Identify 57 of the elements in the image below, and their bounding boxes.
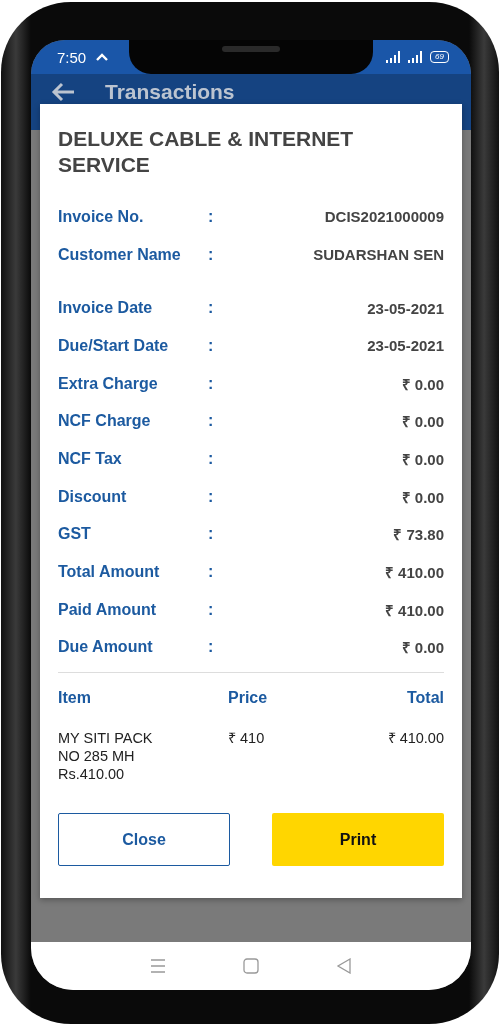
caret-up-icon: [96, 53, 109, 61]
colon: :: [208, 374, 215, 393]
print-button[interactable]: Print: [272, 813, 444, 867]
field-label: Invoice No.: [58, 207, 145, 226]
field-value: DCIS2021000009: [324, 208, 444, 226]
field-value: ₹ 0.00: [401, 449, 444, 469]
field-label: Invoice Date: [58, 299, 154, 318]
colon: :: [208, 336, 215, 355]
field-value: 23-05-2021: [367, 337, 444, 355]
item-name: NO 285 MH: [58, 747, 136, 766]
field-label: NCF Tax: [58, 449, 123, 468]
signal-icon: [386, 51, 403, 63]
home-square-icon[interactable]: [243, 958, 259, 974]
signal-icon: [408, 51, 425, 63]
field-value: ₹ 0.00: [401, 638, 444, 658]
field-value: SUDARSHAN SEN: [313, 246, 444, 264]
colon: :: [208, 245, 215, 264]
field-value: ₹ 0.00: [401, 412, 444, 432]
field-label: GST: [58, 525, 92, 544]
field-value: ₹ 73.80: [393, 525, 444, 545]
field-label: Extra Charge: [58, 374, 159, 393]
item-price: ₹ 410: [228, 729, 266, 749]
colon: :: [208, 638, 215, 657]
column-header: Total: [405, 689, 444, 708]
colon: :: [208, 449, 215, 468]
field-label: Due/Start Date: [58, 336, 170, 355]
column-header: Item: [58, 689, 92, 708]
battery-indicator: 69: [430, 51, 449, 63]
colon: :: [208, 563, 215, 582]
colon: :: [208, 299, 215, 318]
clock: 7:50: [57, 48, 87, 66]
field-label: NCF Charge: [58, 412, 152, 431]
field-value: ₹ 0.00: [401, 487, 444, 507]
colon: :: [208, 600, 215, 619]
item-name: MY SITI PACK: [58, 729, 154, 748]
field-label: Customer Name: [58, 245, 182, 264]
colon: :: [208, 207, 215, 226]
screen-title: Transactions: [105, 80, 235, 104]
field-label: Discount: [58, 487, 128, 506]
field-value: 23-05-2021: [367, 299, 444, 317]
item-total: ₹ 410.00: [387, 729, 444, 749]
field-label: Paid Amount: [58, 600, 158, 619]
field-label: Due Amount: [58, 638, 154, 657]
field-value: ₹ 0.00: [401, 374, 444, 394]
colon: :: [208, 525, 215, 544]
close-button[interactable]: Close: [58, 813, 230, 867]
field-value: ₹ 410.00: [384, 563, 444, 583]
menu-icon[interactable]: [149, 959, 166, 973]
column-header: Price: [228, 689, 269, 708]
back-arrow-icon: [51, 82, 75, 102]
field-value: ₹ 410.00: [384, 600, 444, 620]
back-triangle-icon[interactable]: [336, 958, 353, 974]
dialog-title: DELUXE CABLE & INTERNET SERVICE: [58, 126, 355, 178]
colon: :: [208, 487, 215, 506]
field-label: Total Amount: [58, 563, 161, 582]
item-name: Rs.410.00: [58, 765, 126, 784]
colon: :: [208, 412, 215, 431]
